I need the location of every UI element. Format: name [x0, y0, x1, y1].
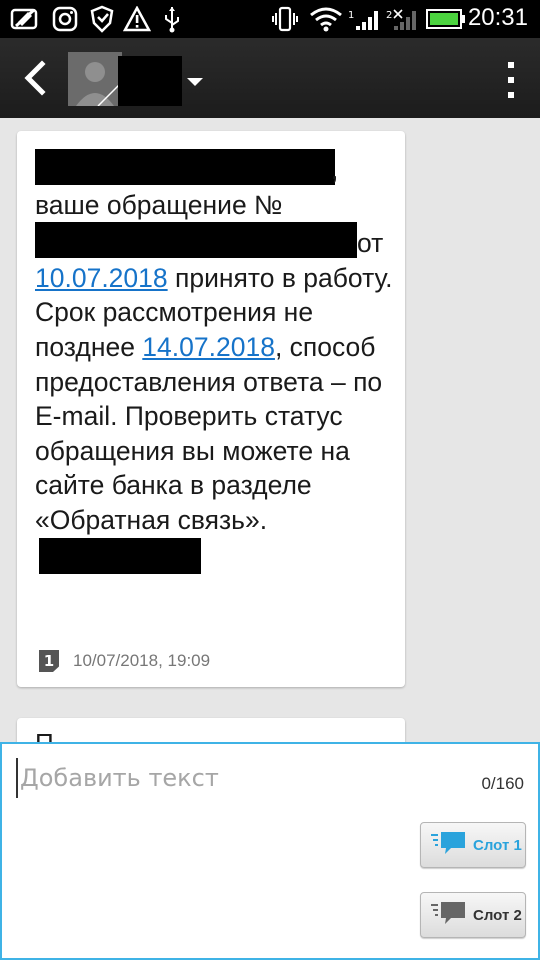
date-link-1[interactable]: 10.07.2018	[35, 263, 168, 293]
redacted-block	[35, 149, 335, 185]
back-arrow-icon[interactable]	[14, 56, 58, 100]
signal-sim1-icon: 1	[348, 5, 382, 33]
message-text: П	[35, 728, 54, 742]
char-counter: 0/160	[481, 774, 524, 793]
send-slot1-button[interactable]: Слот 1	[420, 822, 526, 868]
svg-text:2: 2	[386, 10, 392, 21]
overflow-menu-icon[interactable]	[504, 60, 518, 100]
battery-icon	[426, 5, 466, 33]
message-bubble[interactable]: П	[17, 718, 405, 742]
contact-name-redacted[interactable]	[118, 56, 182, 106]
date-link-2[interactable]: 14.07.2018	[142, 332, 275, 362]
signal-sim2-icon: 2	[386, 5, 420, 33]
dropdown-triangle-icon[interactable]	[186, 74, 204, 88]
vibrate-icon	[270, 5, 300, 33]
action-bar	[0, 38, 540, 118]
pencil-slash-icon	[8, 5, 42, 33]
status-bar: 1 2 20:31	[0, 0, 540, 38]
contact-avatar-icon[interactable]	[68, 52, 122, 106]
message-meta: 1 10/07/2018, 19:09	[39, 649, 210, 673]
message-body-end: , способ предоставления ответа – по E-ma…	[35, 331, 383, 535]
clock: 20:31	[467, 4, 528, 31]
message-text: , ваше обращение № от 10.07.2018 принято…	[35, 149, 395, 576]
usb-icon	[160, 5, 184, 33]
svg-text:1: 1	[348, 10, 354, 21]
wifi-icon	[308, 5, 344, 33]
warning-icon	[122, 5, 152, 33]
shield-hand-icon	[86, 5, 118, 33]
chat-bubble-icon	[429, 829, 467, 861]
redacted-block	[39, 537, 201, 574]
message-line: ваше обращение №	[35, 189, 283, 220]
redacted-block	[35, 222, 357, 259]
slot2-label: Слот 2	[473, 906, 522, 924]
message-word: от	[357, 228, 384, 259]
instagram-icon	[50, 5, 80, 33]
message-bubble[interactable]: , ваше обращение № от 10.07.2018 принято…	[17, 131, 405, 687]
slot1-label: Слот 1	[473, 836, 522, 854]
chat-bubble-icon	[429, 899, 467, 931]
message-list[interactable]: , ваше обращение № от 10.07.2018 принято…	[0, 118, 540, 742]
compose-area: 0/160 Слот 1 Слот 2	[0, 742, 540, 960]
send-slot2-button[interactable]: Слот 2	[420, 892, 526, 938]
sim-slot-badge: 1	[39, 650, 59, 672]
message-timestamp: 10/07/2018, 19:09	[73, 651, 211, 670]
message-input[interactable]	[16, 758, 436, 798]
